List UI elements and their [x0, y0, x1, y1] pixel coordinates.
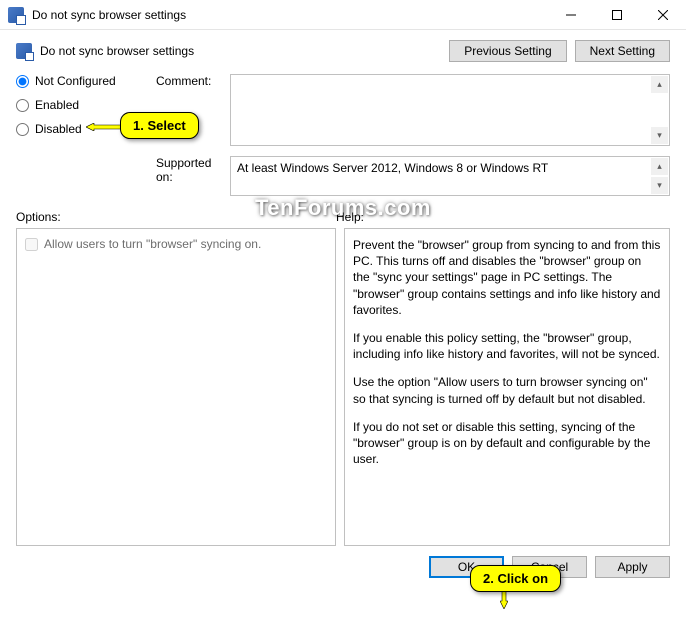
policy-title: Do not sync browser settings	[40, 44, 449, 58]
window-controls	[548, 0, 686, 30]
options-label: Options:	[16, 210, 336, 224]
comment-label: Comment:	[156, 74, 230, 88]
options-pane: Allow users to turn "browser" syncing on…	[16, 228, 336, 546]
radio-not-configured-label: Not Configured	[35, 74, 116, 88]
minimize-button[interactable]	[548, 0, 594, 30]
help-paragraph: If you enable this policy setting, the "…	[353, 330, 661, 362]
radio-disabled-input[interactable]	[16, 123, 29, 136]
policy-icon	[16, 43, 32, 59]
help-paragraph: Prevent the "browser" group from syncing…	[353, 237, 661, 318]
radio-disabled-label: Disabled	[35, 122, 82, 136]
window-titlebar: Do not sync browser settings	[0, 0, 686, 30]
supported-label: Supported on:	[156, 156, 230, 184]
annotation-arrow-icon	[500, 589, 508, 609]
annotation-arrow-icon	[86, 123, 122, 131]
supported-on-text: At least Windows Server 2012, Windows 8 …	[237, 161, 548, 175]
window-title: Do not sync browser settings	[32, 8, 548, 22]
annotation-callout-click: 2. Click on	[470, 565, 561, 592]
radio-enabled-label: Enabled	[35, 98, 79, 112]
comment-textarea[interactable]: ▴ ▾	[230, 74, 670, 146]
allow-syncing-checkbox-input	[25, 238, 38, 251]
maximize-button[interactable]	[594, 0, 640, 30]
scroll-down-icon[interactable]: ▾	[651, 177, 668, 194]
scroll-down-icon[interactable]: ▾	[651, 127, 668, 144]
supported-on-box: At least Windows Server 2012, Windows 8 …	[230, 156, 670, 196]
scroll-up-icon[interactable]: ▴	[651, 158, 668, 175]
radio-not-configured-input[interactable]	[16, 75, 29, 88]
previous-setting-button[interactable]: Previous Setting	[449, 40, 566, 62]
scroll-up-icon[interactable]: ▴	[651, 76, 668, 93]
help-label: Help:	[336, 210, 364, 224]
radio-enabled-input[interactable]	[16, 99, 29, 112]
help-paragraph: Use the option "Allow users to turn brow…	[353, 374, 661, 406]
allow-syncing-checkbox[interactable]: Allow users to turn "browser" syncing on…	[25, 237, 327, 251]
help-paragraph: If you do not set or disable this settin…	[353, 419, 661, 468]
app-icon	[8, 7, 24, 23]
next-setting-button[interactable]: Next Setting	[575, 40, 670, 62]
radio-enabled[interactable]: Enabled	[16, 98, 156, 112]
annotation-callout-select: 1. Select	[120, 112, 199, 139]
close-button[interactable]	[640, 0, 686, 30]
apply-button[interactable]: Apply	[595, 556, 670, 578]
radio-not-configured[interactable]: Not Configured	[16, 74, 156, 88]
allow-syncing-label: Allow users to turn "browser" syncing on…	[44, 237, 261, 251]
help-pane: Prevent the "browser" group from syncing…	[344, 228, 670, 546]
